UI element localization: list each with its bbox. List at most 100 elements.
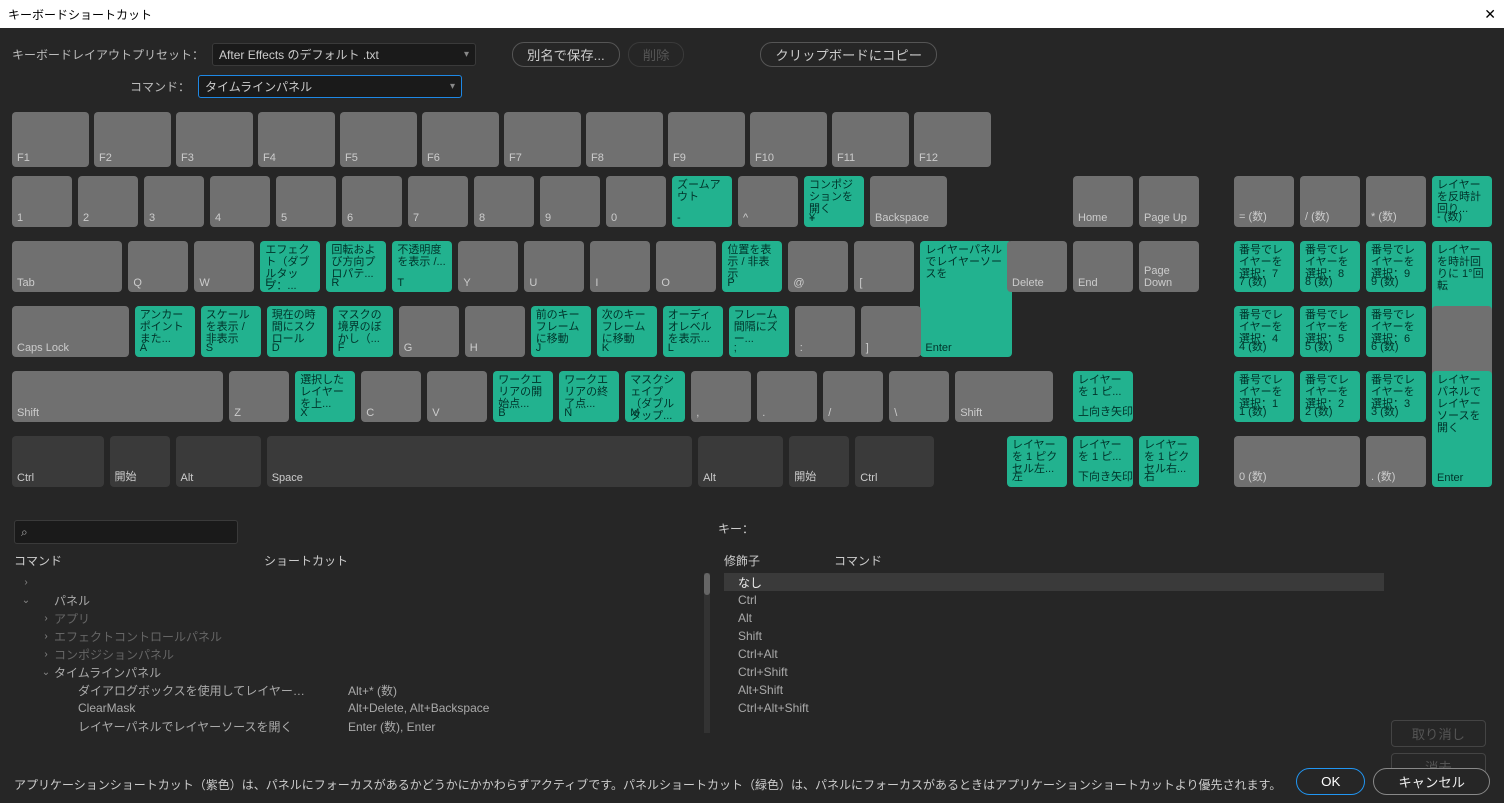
keyboard-key[interactable]: = (数)	[1234, 176, 1294, 227]
keyboard-key[interactable]: Caps Lock	[12, 306, 129, 357]
keyboard-key[interactable]: End	[1073, 241, 1133, 292]
keyboard-key[interactable]: Page Up	[1139, 176, 1199, 227]
keyboard-key[interactable]: フレーム間隔にズー...;	[729, 306, 789, 357]
keyboard-key[interactable]: 次のキーフレームに移動K	[597, 306, 657, 357]
keyboard-key[interactable]: 番号でレイヤーを選択：55 (数)	[1300, 306, 1360, 357]
keyboard-key[interactable]: 不透明度を表示 /...T	[392, 241, 452, 292]
command-dropdown[interactable]: タイムラインパネル ▾	[198, 75, 462, 98]
search-input[interactable]: ⌕	[14, 520, 238, 544]
keyboard-key[interactable]: 8	[474, 176, 534, 227]
ok-button[interactable]: OK	[1296, 768, 1365, 795]
chevron-right-icon[interactable]: ›	[18, 613, 54, 624]
keyboard-key[interactable]: Shift	[12, 371, 223, 422]
keyboard-key[interactable]: G	[399, 306, 459, 357]
keyboard-key[interactable]: 番号でレイヤーを選択：33 (数)	[1366, 371, 1426, 422]
keyboard-key[interactable]: レイヤーを 1 ピクセル右...右	[1139, 436, 1199, 487]
keyboard-key[interactable]: Home	[1073, 176, 1133, 227]
keyboard-key[interactable]: F7	[504, 112, 581, 167]
keyboard-key[interactable]: 位置を表示 / 非表示P	[722, 241, 782, 292]
keyboard-key[interactable]: F4	[258, 112, 335, 167]
keyboard-key[interactable]: \	[889, 371, 949, 422]
keyboard-key[interactable]: Tab	[12, 241, 122, 292]
keyboard-key[interactable]: レイヤーパネルでレイヤーソースをEnter	[920, 241, 1012, 357]
keyboard-key[interactable]: エフェクト（ダブルタップ：...E	[260, 241, 320, 292]
chevron-right-icon[interactable]: ›	[18, 649, 54, 660]
close-icon[interactable]: ✕	[1484, 6, 1496, 23]
modifier-row[interactable]: Ctrl+Alt+Shift	[724, 699, 1384, 717]
keyboard-key[interactable]: アンカーポイントまた...A	[135, 306, 195, 357]
keyboard-key[interactable]: 番号でレイヤーを選択：44 (数)	[1234, 306, 1294, 357]
keyboard-key[interactable]: Alt	[176, 436, 261, 487]
keyboard-key[interactable]: * (数)	[1366, 176, 1426, 227]
keyboard-key[interactable]: 現在の時間にスクロールD	[267, 306, 327, 357]
keyboard-key[interactable]: Backspace	[870, 176, 947, 227]
keyboard-key[interactable]: オーディオレベルを表示...L	[663, 306, 723, 357]
keyboard-key[interactable]: Shift	[955, 371, 1053, 422]
keyboard-key[interactable]: マスクの境界のぼかし（...F	[333, 306, 393, 357]
keyboard-key[interactable]: I	[590, 241, 650, 292]
keyboard-key[interactable]: 5	[276, 176, 336, 227]
keyboard-key[interactable]: 開始	[789, 436, 849, 487]
keyboard-key[interactable]: V	[427, 371, 487, 422]
keyboard-key[interactable]: ワークエリアの終了点...N	[559, 371, 619, 422]
keyboard-key[interactable]: 1	[12, 176, 72, 227]
keyboard-key[interactable]: レイヤーパネルでレイヤーソースを開くEnter	[1432, 371, 1492, 487]
keyboard-key[interactable]: レイヤーを 1 ピクセル左...左	[1007, 436, 1067, 487]
keyboard-key[interactable]: 開始	[110, 436, 170, 487]
keyboard-key[interactable]: F12	[914, 112, 991, 167]
modifier-table[interactable]: なし Ctrl Alt Shift Ctrl+Alt Ctrl+Shift Al…	[724, 573, 1384, 717]
keyboard-key[interactable]: マスクシェイプ（ダブルタップ...M	[625, 371, 685, 422]
keyboard-key[interactable]: レイヤーを 1 ピ...上向き矢印	[1073, 371, 1133, 422]
keyboard-key[interactable]: スケールを表示 / 非表示S	[201, 306, 261, 357]
modifier-row[interactable]: Alt	[724, 609, 1384, 627]
keyboard-key[interactable]: 3	[144, 176, 204, 227]
modifier-row[interactable]: Ctrl	[724, 591, 1384, 609]
save-as-button[interactable]: 別名で保存...	[512, 42, 620, 67]
preset-dropdown[interactable]: After Effects のデフォルト .txt ▾	[212, 43, 476, 66]
keyboard-key[interactable]: F3	[176, 112, 253, 167]
modifier-row[interactable]: Ctrl+Alt	[724, 645, 1384, 663]
keyboard-key[interactable]: Ctrl	[12, 436, 104, 487]
keyboard-key[interactable]: コンポジションを開く¥	[804, 176, 864, 227]
keyboard-key[interactable]: O	[656, 241, 716, 292]
chevron-right-icon[interactable]: ›	[18, 631, 54, 642]
keyboard-key[interactable]: F1	[12, 112, 89, 167]
keyboard-key[interactable]: .	[757, 371, 817, 422]
keyboard-key[interactable]: Y	[458, 241, 518, 292]
keyboard-key[interactable]: / (数)	[1300, 176, 1360, 227]
keyboard-key[interactable]: 番号でレイヤーを選択：66 (数)	[1366, 306, 1426, 357]
keyboard-key[interactable]: 番号でレイヤーを選択：88 (数)	[1300, 241, 1360, 292]
keyboard-key[interactable]: 番号でレイヤーを選択：22 (数)	[1300, 371, 1360, 422]
chevron-down-icon[interactable]: ⌄	[18, 595, 34, 606]
modifier-row[interactable]: なし	[724, 573, 1384, 591]
keyboard-key[interactable]: F5	[340, 112, 417, 167]
keyboard-key[interactable]: 2	[78, 176, 138, 227]
modifier-row[interactable]: Ctrl+Shift	[724, 663, 1384, 681]
keyboard-key[interactable]: Z	[229, 371, 289, 422]
keyboard-key[interactable]: F8	[586, 112, 663, 167]
keyboard-key[interactable]: H	[465, 306, 525, 357]
keyboard-key[interactable]: ^	[738, 176, 798, 227]
keyboard-key[interactable]: F6	[422, 112, 499, 167]
keyboard-key[interactable]: @	[788, 241, 848, 292]
modifier-row[interactable]: Shift	[724, 627, 1384, 645]
keyboard-key[interactable]: ]	[861, 306, 921, 357]
keyboard-key[interactable]: 0	[606, 176, 666, 227]
keyboard-key[interactable]: 番号でレイヤーを選択：77 (数)	[1234, 241, 1294, 292]
keyboard-key[interactable]: 4	[210, 176, 270, 227]
keyboard-key[interactable]: Delete	[1007, 241, 1067, 292]
cancel-button[interactable]: キャンセル	[1373, 768, 1490, 795]
keyboard-key[interactable]: W	[194, 241, 254, 292]
keyboard-key[interactable]: U	[524, 241, 584, 292]
keyboard-key[interactable]: 回転および方向プロパテ...R	[326, 241, 386, 292]
keyboard-key[interactable]: Page Down	[1139, 241, 1199, 292]
keyboard-key[interactable]: [	[854, 241, 914, 292]
keyboard-key[interactable]: Q	[128, 241, 188, 292]
scrollbar[interactable]	[704, 573, 710, 733]
keyboard-key[interactable]: レイヤーを 1 ピ...下向き矢印	[1073, 436, 1133, 487]
keyboard-key[interactable]: C	[361, 371, 421, 422]
keyboard-key[interactable]: 0 (数)	[1234, 436, 1360, 487]
copy-clipboard-button[interactable]: クリップボードにコピー	[760, 42, 937, 67]
keyboard-key[interactable]: Ctrl	[855, 436, 934, 487]
keyboard-key[interactable]: F11	[832, 112, 909, 167]
